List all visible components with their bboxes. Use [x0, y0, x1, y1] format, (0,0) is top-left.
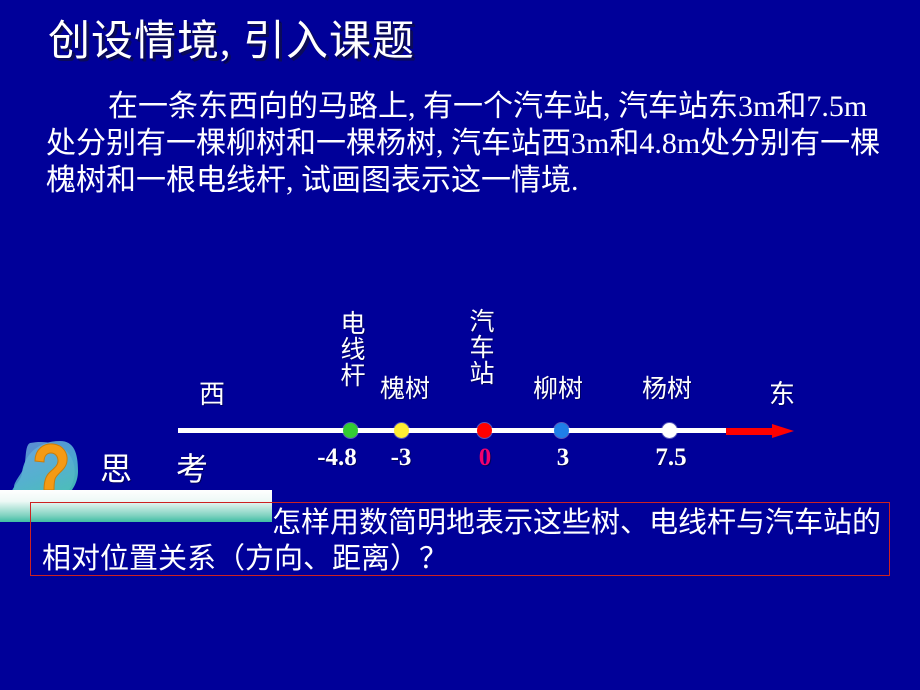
point-dot-0: [343, 423, 358, 438]
point-label-4: 杨树: [641, 376, 693, 403]
east-direction-label: 东: [768, 380, 796, 409]
point-value-4: 7.5: [655, 444, 687, 471]
point-label-3: 柳树: [532, 376, 584, 403]
number-line-axis: [178, 428, 730, 433]
west-direction-label: 西: [198, 380, 226, 409]
point-value-0: -4.8: [317, 444, 357, 471]
point-label-0: 电线杆: [337, 310, 364, 388]
point-value-2: 0: [478, 444, 492, 471]
point-dot-1: [394, 423, 409, 438]
point-dot-4: [662, 423, 677, 438]
point-dot-3: [554, 423, 569, 438]
axis-arrow-icon: [726, 424, 796, 438]
page-title: 创设情境, 引入课题: [48, 19, 416, 65]
think-label: 思 考: [100, 451, 227, 487]
arrow-head: [772, 424, 794, 438]
point-value-3: 3: [556, 444, 570, 471]
slide-canvas: 创设情境, 引入课题 在一条东西向的马路上, 有一个汽车站, 汽车站东3m和7.…: [0, 0, 920, 690]
question-text: 怎样用数简明地表示这些树、电线杆与汽车站的相对位置关系（方向、距离）？: [42, 505, 882, 575]
arrow-shaft: [726, 428, 776, 435]
body-paragraph: 在一条东西向的马路上, 有一个汽车站, 汽车站东3m和7.5m处分别有一棵柳树和…: [46, 90, 881, 197]
point-label-1: 槐树: [379, 376, 431, 403]
point-dot-2: [477, 423, 492, 438]
point-label-2: 汽车站: [466, 308, 493, 386]
point-value-1: -3: [390, 444, 412, 471]
